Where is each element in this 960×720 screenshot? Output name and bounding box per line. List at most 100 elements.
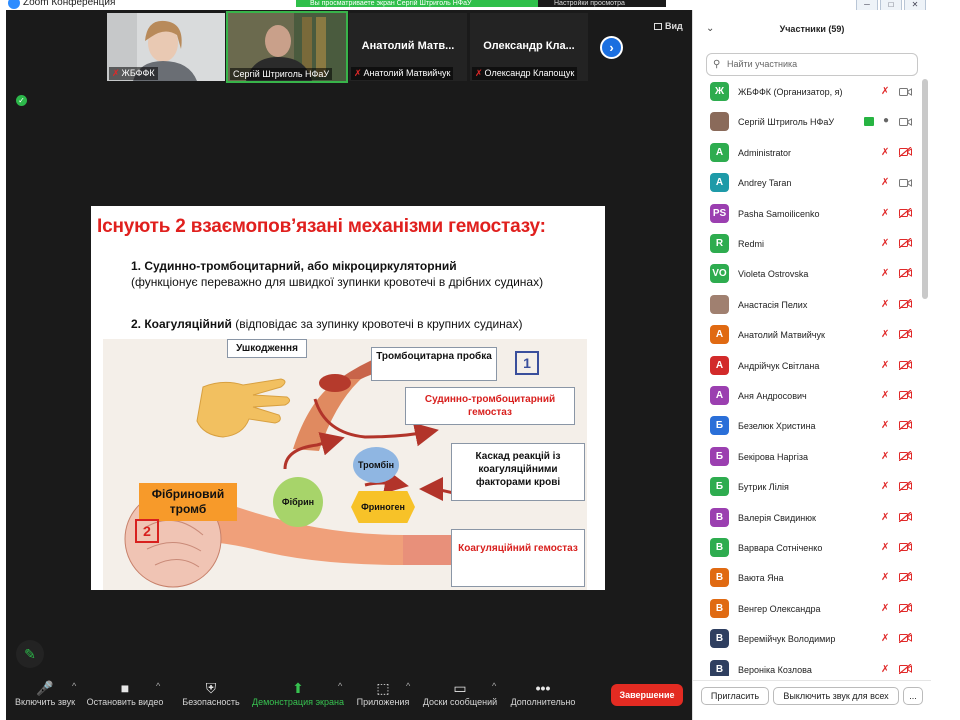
video-off-icon[interactable] [899,146,912,157]
participant-row[interactable]: A Andrey Taran ✗ [693,168,921,198]
participant-name: Веремійчук Володимир [738,634,836,645]
encryption-shield-icon[interactable]: ✓ [16,95,27,106]
video-camera-icon: ■ [120,680,130,696]
mic-muted-icon[interactable]: ✗ [881,633,889,644]
video-off-icon[interactable] [899,359,912,370]
participant-row[interactable]: R Redmi ✗ [693,229,921,259]
mic-muted-icon[interactable]: ✗ [881,147,889,158]
participant-name: Андрійчук Світлана [738,360,820,371]
participant-row[interactable]: А Аня Андросович ✗ [693,381,921,411]
video-off-icon[interactable] [899,481,912,492]
participant-row[interactable]: Сергій Штриголь НФаУ ● [693,107,921,137]
apps-button[interactable]: ⬚ Приложения ^ [354,679,412,707]
security-button[interactable]: ⛨ Безопасность [180,679,242,707]
view-options-button[interactable]: Настройки просмотра [538,0,666,7]
mic-muted-icon[interactable]: ✗ [881,481,889,492]
participant-row[interactable]: Б Безелюк Христина ✗ [693,411,921,441]
video-off-icon[interactable] [899,207,912,218]
chevron-up-icon[interactable]: ^ [156,681,160,691]
video-off-icon[interactable] [899,268,912,279]
chevron-up-icon[interactable]: ^ [72,681,76,691]
participant-row[interactable]: А Андрійчук Світлана ✗ [693,351,921,381]
video-off-icon[interactable] [899,633,912,644]
more-button[interactable]: ••• Дополнительно [508,679,578,707]
mic-muted-icon[interactable]: ✗ [881,360,889,371]
participant-row[interactable]: В Вероніка Козлова ✗ [693,655,921,676]
stop-video-button[interactable]: ■ Остановить видео ^ [86,679,164,707]
avatar [710,294,729,314]
video-off-icon[interactable] [899,329,912,340]
participant-row[interactable]: Ж ЖБФФК (Организатор, я) ✗ [693,77,921,107]
unmute-button[interactable]: 🎤 Включить звук ^ [10,679,80,707]
participant-row[interactable]: Б Бекірова Наргіза ✗ [693,442,921,472]
participant-row[interactable]: В Варвара Сотніченко ✗ [693,533,921,563]
mic-muted-icon[interactable]: ✗ [881,603,889,614]
participant-row[interactable]: В Венгер Олександра ✗ [693,594,921,624]
participants-panel: ⌄ Участники (59) ⚲ Найти участника Ж ЖБФФ… [692,10,931,720]
video-camera-icon[interactable] [899,117,912,127]
mic-muted-icon[interactable]: ✗ [881,390,889,401]
participant-row[interactable]: А Анатолий Матвийчук ✗ [693,320,921,350]
participant-row[interactable]: В Валерія Свидинюк ✗ [693,503,921,533]
participant-list-scrollbar[interactable] [922,79,928,299]
video-tile-oleksandr[interactable]: Олександр Кла... ✗ Олександр Клапощук [470,13,588,81]
video-off-icon[interactable] [899,572,912,583]
more-options-button[interactable]: ... [903,687,923,705]
label-platelet-plug: Тромбоцитарна пробка [371,347,497,381]
participant-row[interactable]: В Ваюта Яна ✗ [693,563,921,593]
share-screen-button[interactable]: ⬆ Демонстрация экрана ^ [252,679,344,707]
video-camera-icon[interactable] [899,178,912,188]
chevron-up-icon[interactable]: ^ [338,681,342,691]
video-tile-zhbffk[interactable]: ✗ ЖБФФК [107,13,225,81]
video-off-icon[interactable] [899,602,912,613]
annotate-pencil-icon[interactable]: ✎ [16,640,44,668]
mic-muted-icon[interactable]: ✗ [881,420,889,431]
video-off-icon[interactable] [899,390,912,400]
chevron-up-icon[interactable]: ^ [406,681,410,691]
participant-row[interactable]: Б Бутрик Лілія ✗ [693,472,921,502]
mic-muted-icon[interactable]: ✗ [881,542,889,553]
share-banner: Вы просматриваете экран Сергій Штриголь … [296,0,538,7]
mic-muted-icon[interactable]: ✗ [881,572,889,583]
mic-icon[interactable]: ● [883,115,889,126]
participant-row[interactable]: A Administrator ✗ [693,138,921,168]
video-off-icon[interactable] [899,420,912,431]
mic-muted-icon[interactable]: ✗ [881,299,889,310]
video-off-icon[interactable] [899,298,912,309]
participant-name: ЖБФФК (Организатор, я) [738,87,843,97]
video-tile-active-speaker[interactable]: Сергій Штриголь НФаУ [226,11,348,83]
participant-row[interactable]: VO Violeta Ostrovska ✗ [693,259,921,289]
view-button[interactable]: Вид [654,21,683,31]
mute-all-button[interactable]: Выключить звук для всех [773,687,899,705]
zoom-logo-icon [8,0,20,9]
mic-muted-icon[interactable]: ✗ [881,329,889,340]
end-meeting-button[interactable]: Завершение [611,684,683,706]
video-camera-icon[interactable] [899,87,912,96]
mic-muted-icon[interactable]: ✗ [881,451,889,462]
mic-muted-icon[interactable]: ✗ [881,268,889,279]
chevron-down-icon[interactable]: ⌄ [706,10,714,48]
avatar: В [710,538,729,557]
participant-row[interactable]: PS Pasha Samoilicenko ✗ [693,199,921,229]
mic-muted-icon[interactable]: ✗ [881,512,889,523]
invite-button[interactable]: Пригласить [701,687,769,705]
mic-muted-icon[interactable]: ✗ [881,664,889,675]
mic-muted-icon[interactable]: ✗ [881,238,889,249]
video-off-icon[interactable] [899,511,912,522]
mic-muted-icon[interactable]: ✗ [881,177,889,188]
participant-search-input[interactable]: ⚲ Найти участника [706,53,918,76]
mechanism-1-badge: 1 [515,351,539,375]
label-coagulation: Коагуляційний гемостаз [451,529,585,587]
participant-row[interactable]: В Веремійчук Володимир ✗ [693,624,921,654]
video-off-icon[interactable] [899,663,912,674]
chevron-up-icon[interactable]: ^ [492,681,496,691]
participant-row[interactable]: Анастасія Пелих ✗ [693,290,921,320]
whiteboards-button[interactable]: ▭ Доски сообщений ^ [420,679,500,707]
next-page-arrow-icon[interactable]: › [600,36,623,59]
video-off-icon[interactable] [899,542,912,552]
video-off-icon[interactable] [899,450,912,461]
video-off-icon[interactable] [899,238,912,248]
mic-muted-icon[interactable]: ✗ [881,208,889,219]
video-tile-anatolii[interactable]: Анатолий Матв... ✗ Анатолий Матвийчук [349,13,467,81]
mic-muted-icon[interactable]: ✗ [881,86,889,97]
